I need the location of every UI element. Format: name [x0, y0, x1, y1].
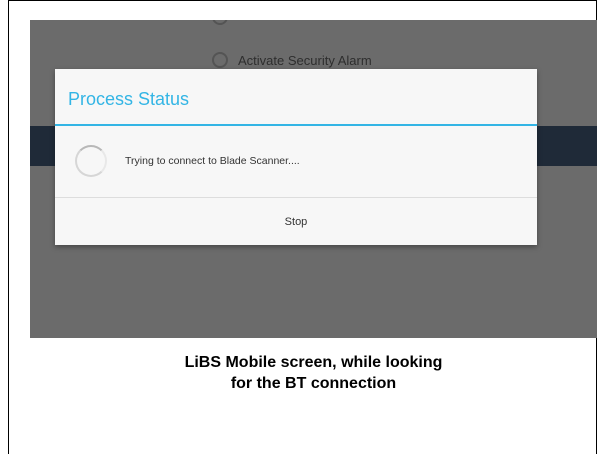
dialog-title: Process Status	[68, 89, 190, 109]
caption: LiBS Mobile screen, while looking for th…	[30, 352, 597, 394]
caption-line-2: for the BT connection	[230, 375, 397, 392]
caption-line-1: LiBS Mobile screen, while looking	[184, 354, 443, 371]
process-status-dialog: Process Status Trying to connect to Blad…	[55, 69, 537, 245]
activate-security-alarm-label: Activate Security Alarm	[238, 52, 372, 68]
status-message: Trying to connect to Blade Scanner....	[125, 155, 300, 167]
app-screen: Activate Security Alarm Process Status T…	[30, 20, 597, 338]
radio-unchecked-icon[interactable]	[212, 20, 228, 25]
loading-spinner-icon	[75, 145, 107, 177]
title-divider	[55, 124, 537, 126]
partial-option-row[interactable]	[212, 20, 238, 28]
radio-unchecked-icon[interactable]	[212, 52, 228, 68]
stop-button[interactable]: Stop	[55, 198, 537, 245]
activate-security-alarm-option[interactable]: Activate Security Alarm	[212, 49, 372, 71]
